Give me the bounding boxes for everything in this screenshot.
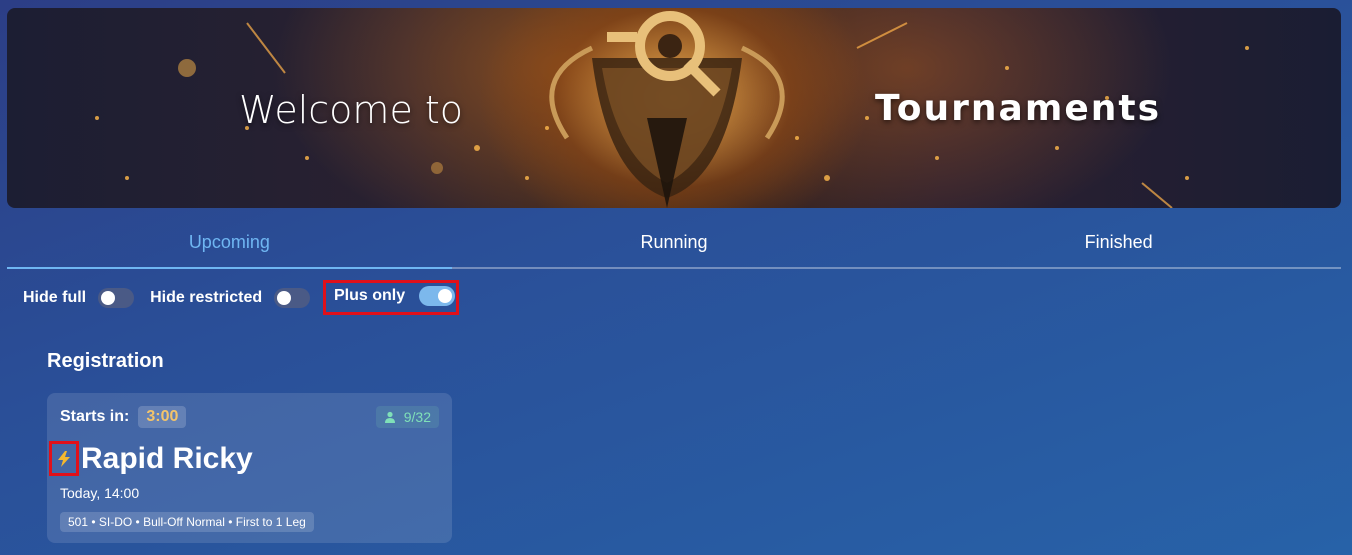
lightning-bolt-icon (49, 441, 79, 476)
registration-heading: Registration (47, 350, 164, 372)
toggle-knob (101, 291, 116, 305)
players-count: 9/32 (403, 409, 431, 425)
starts-in-label: Starts in: (60, 408, 130, 425)
plus-only-label: Plus only (334, 287, 406, 304)
tab-running[interactable]: Running (452, 222, 897, 267)
tournament-format-badge: 501 • SI-DO • Bull-Off Normal • First to… (60, 512, 314, 532)
tournament-card[interactable]: Starts in: 3:00 9/32 Rapid Ricky Today, … (47, 393, 452, 543)
filter-bar: Hide full Hide restricted (23, 283, 326, 313)
toggle-knob (277, 291, 292, 305)
players-badge: 9/32 (375, 406, 439, 428)
plus-only-toggle[interactable] (419, 286, 456, 306)
tournament-name: Rapid Ricky (81, 441, 253, 475)
card-title-row: Rapid Ricky (49, 441, 253, 476)
tournament-date: Today, 14:00 (60, 485, 140, 501)
countdown-badge: 3:00 (138, 406, 187, 428)
banner-welcome-text: Welcome to (239, 88, 464, 132)
hide-restricted-filter: Hide restricted (150, 288, 311, 308)
tournament-tabs: Upcoming Running Finished (7, 222, 1341, 269)
hide-full-filter: Hide full (23, 288, 135, 308)
tab-upcoming[interactable]: Upcoming (7, 222, 452, 269)
hide-full-label: Hide full (23, 289, 87, 306)
welcome-banner: Welcome to Tournaments (7, 8, 1341, 208)
banner-title: Tournaments (875, 88, 1162, 129)
toggle-knob (438, 289, 453, 303)
tab-finished[interactable]: Finished (896, 222, 1341, 267)
plus-only-filter: Plus only (334, 286, 456, 306)
hide-restricted-label: Hide restricted (150, 289, 263, 306)
starts-in: Starts in: 3:00 (60, 406, 187, 428)
hide-full-toggle[interactable] (98, 288, 135, 308)
person-icon (384, 411, 395, 423)
hide-restricted-toggle[interactable] (274, 288, 311, 308)
